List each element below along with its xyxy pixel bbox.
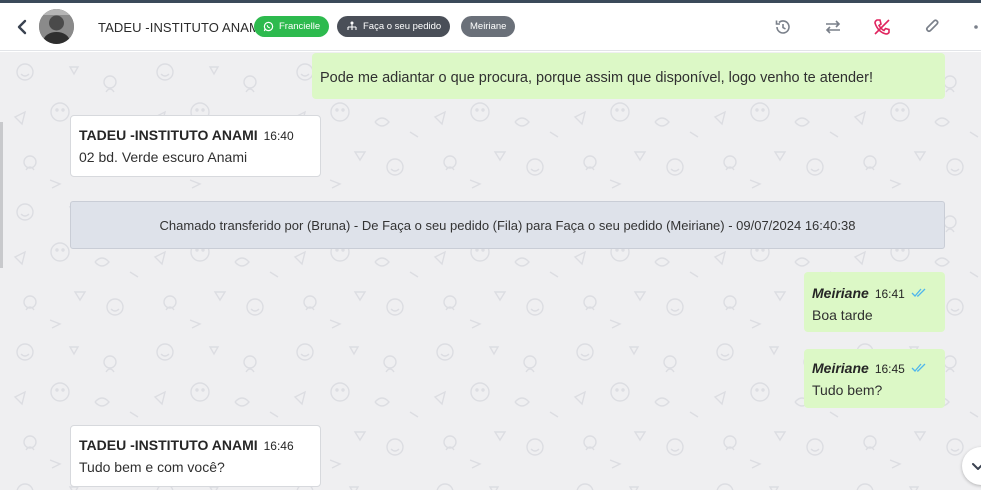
- message-text: Boa tarde: [812, 307, 873, 323]
- end-call-icon[interactable]: [872, 17, 892, 37]
- left-scroll-edge: [0, 122, 3, 268]
- message-incoming: TADEU -INSTITUTO ANAMI 16:40 02 bd. Verd…: [70, 115, 321, 177]
- transfer-icon[interactable]: [823, 17, 843, 37]
- notice-text: Chamado transferido por (Bruna) - De Faç…: [159, 217, 856, 233]
- chat-area[interactable]: Pode me adiantar o que procura, porque a…: [0, 52, 981, 490]
- contact-name[interactable]: TADEU -INSTITUTO ANAMI: [98, 20, 264, 35]
- message-outgoing: Meiriane 16:41 Boa tarde: [804, 272, 945, 332]
- message-time: 16:41: [874, 287, 905, 301]
- agent-tag: Francielle: [254, 16, 330, 37]
- whatsapp-icon: [263, 21, 274, 32]
- chevron-down-icon: [972, 463, 981, 470]
- chat-header: TADEU -INSTITUTO ANAMI Francielle Faça o…: [0, 3, 981, 51]
- history-icon[interactable]: [773, 17, 793, 37]
- message-incoming: TADEU -INSTITUTO ANAMI 16:46 Tudo bem e …: [70, 425, 321, 487]
- message-outgoing: Pode me adiantar o que procura, porque a…: [312, 53, 945, 99]
- queue-icon: [347, 21, 357, 30]
- message-text: Tudo bem e com você?: [79, 459, 225, 475]
- user-tag-label: Meiriane: [470, 21, 507, 32]
- avatar[interactable]: [39, 9, 74, 44]
- transfer-notice: Chamado transferido por (Bruna) - De Faç…: [70, 201, 945, 249]
- message-sender: Meiriane: [812, 285, 869, 301]
- message-text: Tudo bem?: [812, 382, 883, 398]
- attach-icon[interactable]: [922, 17, 942, 37]
- message-text: Pode me adiantar o que procura, porque a…: [320, 70, 873, 86]
- read-check-icon: [911, 363, 926, 372]
- more-icon[interactable]: [968, 17, 981, 37]
- back-icon[interactable]: [12, 17, 32, 37]
- message-time: 16:40: [263, 129, 294, 143]
- message-sender: TADEU -INSTITUTO ANAMI: [79, 127, 258, 143]
- message-time: 16:45: [874, 362, 905, 376]
- message-time: 16:46: [263, 439, 294, 453]
- read-check-icon: [911, 288, 926, 297]
- agent-tag-label: Francielle: [279, 21, 321, 32]
- queue-tag-label: Faça o seu pedido: [363, 21, 442, 32]
- queue-tag: Faça o seu pedido: [337, 16, 451, 37]
- user-tag: Meiriane: [461, 16, 516, 37]
- message-text: 02 bd. Verde escuro Anami: [79, 149, 248, 165]
- message-sender: Meiriane: [812, 360, 869, 376]
- message-sender: TADEU -INSTITUTO ANAMI: [79, 437, 258, 453]
- message-outgoing: Meiriane 16:45 Tudo bem?: [804, 349, 945, 408]
